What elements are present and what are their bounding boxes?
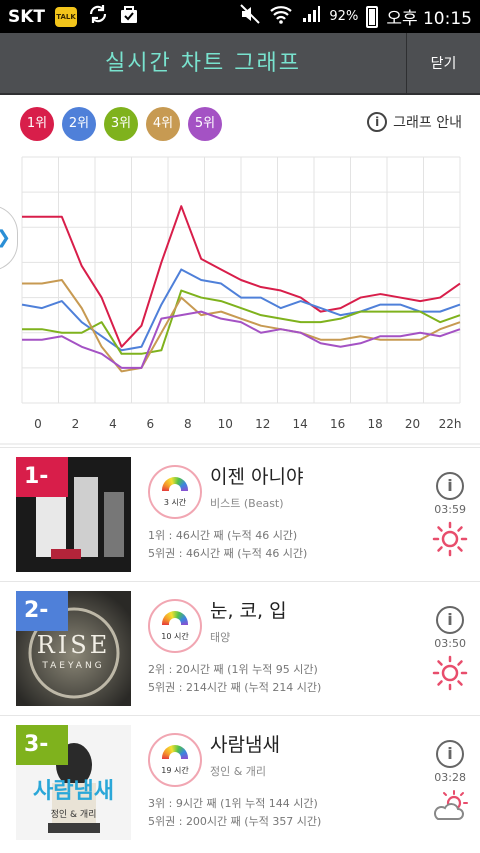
- rank-selector: 1위 2위 3위 4위 5위: [20, 107, 222, 141]
- shopping-bag-icon: [119, 3, 139, 30]
- mute-icon: [239, 3, 261, 30]
- top5-stat: 5위권 : 200시간 째 (누적 357 시간): [148, 815, 322, 828]
- graph-guide-button[interactable]: i 그래프 안내: [367, 112, 462, 132]
- song-title: 사람냄새: [210, 734, 280, 756]
- info-button-icon[interactable]: i: [436, 606, 464, 634]
- list-item[interactable]: 사람냄새 정인 & 개리 3- 19 시간 사람냄새 정인 & 개리 3위 : …: [0, 715, 480, 849]
- chart-duration-label: 3 시간: [163, 498, 187, 507]
- battery-percent: 92%: [329, 9, 359, 24]
- artist-name: 비스트 (Beast): [210, 497, 284, 510]
- rank-badge: 2-: [16, 591, 68, 631]
- rank-badge: 3-: [16, 725, 68, 765]
- rank-badge: 1-: [16, 457, 68, 497]
- x-tick-label: 22h: [439, 417, 462, 431]
- rank-4-button[interactable]: 4위: [146, 107, 180, 141]
- x-tick-label: 2: [72, 417, 80, 431]
- x-tick-label: 12: [255, 417, 270, 431]
- album-cover: 사람냄새 정인 & 개리 3-: [16, 725, 131, 840]
- list-item[interactable]: 1- 3 시간 이젠 아니야 비스트 (Beast) 1위 : 46시간 째 (…: [0, 447, 480, 581]
- x-tick-label: 20: [405, 417, 420, 431]
- chart-duration-label: 19 시간: [161, 766, 189, 775]
- wifi-icon: [269, 4, 293, 29]
- rank-stat: 2위 : 20시간 째 (1위 누적 95 시간): [148, 663, 318, 676]
- top5-stat: 5위권 : 214시간 째 (누적 214 시간): [148, 681, 322, 694]
- sun-icon: [432, 655, 468, 691]
- carrier-label: SKT: [8, 6, 46, 27]
- rank-1-button[interactable]: 1위: [20, 107, 54, 141]
- status-bar: SKT TALK 92% 오후 10:15: [0, 0, 480, 33]
- rank-stat: 1위 : 46시간 째 (누적 46 시간): [148, 529, 298, 542]
- chart-duration-badge: 19 시간: [148, 733, 202, 787]
- sync-icon: [87, 3, 109, 30]
- list-item[interactable]: RISE TAEYANG 2- 10 시간 눈, 코, 입 태양 2위 : 20…: [0, 581, 480, 715]
- realtime-line-chart: 0 2 4 6 8 10 12 14 16 18 20 22h: [0, 156, 480, 445]
- x-tick-label: 4: [109, 417, 117, 431]
- song-duration: 03:50: [434, 637, 466, 650]
- rainbow-icon: [162, 745, 188, 759]
- graph-guide-label: 그래프 안내: [393, 115, 462, 131]
- album-cover: 1-: [16, 457, 131, 572]
- album-cover-title: RISE: [36, 631, 111, 659]
- song-title: 이젠 아니야: [210, 466, 304, 488]
- x-tick-label: 10: [218, 417, 233, 431]
- battery-icon: [366, 5, 379, 28]
- info-button-icon[interactable]: i: [436, 472, 464, 500]
- song-title: 눈, 코, 입: [210, 600, 287, 622]
- song-duration: 03:28: [434, 771, 466, 784]
- top5-stat: 5위권 : 46시간 째 (누적 46 시간): [148, 547, 308, 560]
- x-tick-label: 6: [147, 417, 155, 431]
- partly-cloudy-icon: [433, 790, 468, 820]
- close-button[interactable]: 닫기: [406, 33, 480, 95]
- chart-duration-badge: 3 시간: [148, 465, 202, 519]
- signal-icon: [301, 4, 321, 29]
- title-bar: 실시간 차트 그래프 닫기: [0, 33, 480, 95]
- x-tick-label: 8: [184, 417, 192, 431]
- rank-stat: 3위 : 9시간 째 (1위 누적 144 시간): [148, 797, 318, 810]
- rank-5-button[interactable]: 5위: [188, 107, 222, 141]
- x-tick-label: 16: [330, 417, 345, 431]
- x-tick-label: 14: [293, 417, 308, 431]
- status-time: 오후 10:15: [386, 9, 472, 29]
- rank-3-button[interactable]: 3위: [104, 107, 138, 141]
- album-cover-artist: 정인 & 개리: [50, 810, 97, 820]
- chart-duration-label: 10 시간: [161, 632, 189, 641]
- sun-icon: [432, 521, 468, 557]
- album-cover-title: 사람냄새: [33, 779, 114, 804]
- artist-name: 태양: [210, 631, 231, 644]
- album-cover: RISE TAEYANG 2-: [16, 591, 131, 706]
- rainbow-icon: [162, 477, 188, 491]
- chart-duration-badge: 10 시간: [148, 599, 202, 653]
- rainbow-icon: [162, 611, 188, 625]
- kakaotalk-icon: TALK: [55, 6, 78, 27]
- rank-2-button[interactable]: 2위: [62, 107, 96, 141]
- info-icon: i: [367, 112, 388, 132]
- x-tick-label: 18: [367, 417, 382, 431]
- page-title: 실시간 차트 그래프: [105, 51, 301, 76]
- artist-name: 정인 & 개리: [210, 765, 267, 778]
- album-cover-artist: TAEYANG: [42, 661, 105, 671]
- song-duration: 03:59: [434, 503, 466, 516]
- info-button-icon[interactable]: i: [436, 740, 464, 768]
- x-tick-label: 0: [34, 417, 42, 431]
